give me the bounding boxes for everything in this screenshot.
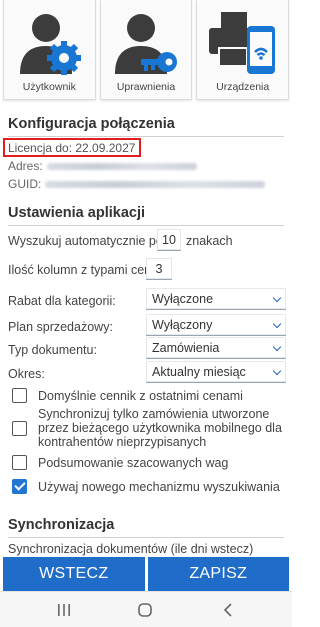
guid-label: GUID: <box>8 177 42 191</box>
sales-plan-value: Wyłączony <box>152 318 213 332</box>
document-type-select[interactable]: Zamówienia <box>146 337 286 359</box>
chevron-down-icon <box>272 319 282 329</box>
auto-search-label: Wyszukuj automatycznie po <box>8 234 163 248</box>
discount-category-select[interactable]: Wyłączone <box>146 288 286 310</box>
home-icon[interactable] <box>137 602 153 618</box>
period-value: Aktualny miesiąc <box>152 365 246 379</box>
auto-search-input[interactable]: 10 <box>157 229 181 251</box>
new-search-checkbox[interactable] <box>12 479 27 494</box>
user-gear-icon <box>20 14 82 75</box>
chevron-down-icon <box>272 366 282 376</box>
document-type-label: Typ dokumentu: <box>8 343 97 357</box>
user-key-icon <box>115 14 177 74</box>
connection-section-title: Konfiguracja połączenia <box>8 116 175 132</box>
tile-devices[interactable]: Urządzenia <box>196 0 290 100</box>
recent-apps-icon[interactable] <box>56 602 72 618</box>
sync-docs-label: Synchronizacja dokumentów (ile dni wstec… <box>8 542 254 556</box>
back-nav-icon[interactable] <box>221 602 237 618</box>
license-text: Licencja do: 22.09.2027 <box>8 141 136 155</box>
settings-divider <box>8 225 284 226</box>
estimated-weights-label: Podsumowanie szacowanych wag <box>38 456 229 470</box>
new-search-label: Używaj nowego mechanizmu wyszukiwania <box>38 480 280 494</box>
system-nav-bar <box>0 591 292 627</box>
discount-category-value: Wyłączone <box>152 292 214 306</box>
screen: Użytkownik Uprawnienia Urządzenia Konfig… <box>0 0 292 627</box>
auto-search-suffix: znakach <box>186 234 233 248</box>
estimated-weights-checkbox[interactable] <box>12 455 27 470</box>
sync-own-orders-checkbox[interactable] <box>12 421 27 436</box>
discount-category-label: Rabat dla kategorii: <box>8 294 116 308</box>
chevron-down-icon <box>272 342 282 352</box>
price-columns-input[interactable]: 3 <box>146 258 172 280</box>
address-row: Adres: <box>8 159 197 173</box>
sync-section-title: Synchronizacja <box>8 517 115 533</box>
period-select[interactable]: Aktualny miesiąc <box>146 361 286 383</box>
save-button[interactable]: ZAPISZ <box>147 557 289 591</box>
address-label: Adres: <box>8 159 43 173</box>
sales-plan-select[interactable]: Wyłączony <box>146 314 286 336</box>
sync-own-orders-label: Synchronizuj tylko zamówienia utworzone … <box>38 407 282 449</box>
settings-section-title: Ustawienia aplikacji <box>8 205 146 221</box>
address-value-blurred <box>46 163 197 171</box>
printer-phone-icon <box>208 12 275 74</box>
back-button[interactable]: WSTECZ <box>3 557 145 591</box>
default-pricelist-checkbox[interactable] <box>12 388 27 403</box>
guid-value-blurred <box>45 181 266 189</box>
guid-row: GUID: <box>8 177 266 191</box>
tile-permissions[interactable]: Uprawnienia <box>99 0 193 100</box>
default-pricelist-label: Domyślnie cennik z ostatnimi cenami <box>38 389 243 403</box>
tile-user[interactable]: Użytkownik <box>3 0 96 100</box>
sync-divider <box>8 537 284 538</box>
tile-permissions-label: Uprawnienia <box>116 81 176 93</box>
document-type-value: Zamówienia <box>152 341 220 355</box>
action-bar: WSTECZ ZAPISZ <box>0 557 292 591</box>
tile-user-label: Użytkownik <box>22 81 76 93</box>
tile-row: Użytkownik Uprawnienia Urządzenia <box>0 0 292 104</box>
price-columns-label: Ilość kolumn z typami cen: <box>8 263 155 277</box>
period-label: Okres: <box>8 367 45 381</box>
tile-devices-label: Urządzenia <box>216 81 270 93</box>
chevron-down-icon <box>272 293 282 303</box>
sales-plan-label: Plan sprzedażowy: <box>8 320 113 334</box>
connection-divider <box>8 136 284 137</box>
